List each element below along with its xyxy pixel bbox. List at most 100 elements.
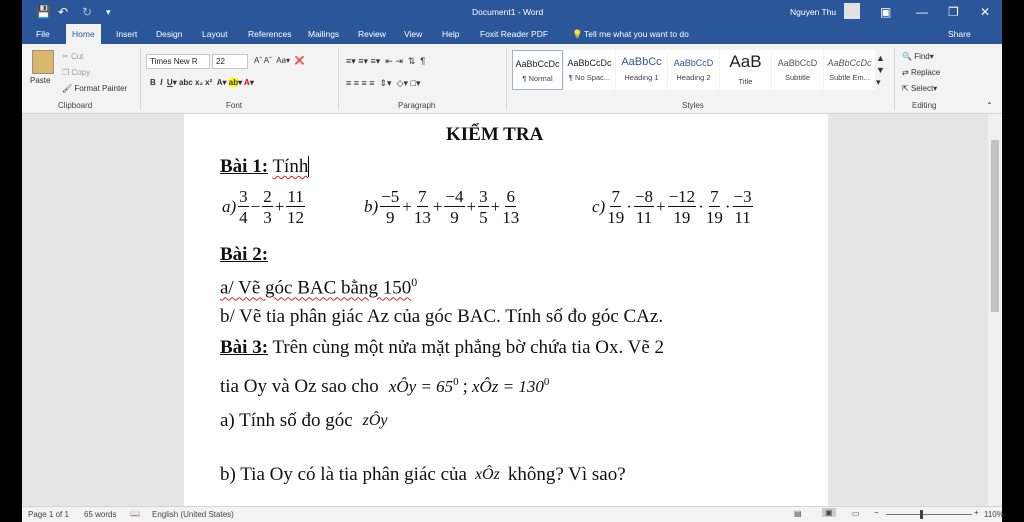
operator: · <box>724 197 731 216</box>
web-layout-icon[interactable]: ▭ <box>852 509 860 518</box>
tab-design[interactable]: Design <box>150 24 188 44</box>
page-count[interactable]: Page 1 of 1 <box>28 510 69 519</box>
zoom-slider[interactable] <box>886 514 972 515</box>
save-icon[interactable]: 💾 <box>36 0 51 24</box>
find-button[interactable]: 🔍 Find▾ <box>902 52 934 61</box>
restore-icon[interactable]: ❐ <box>948 0 959 24</box>
operator: − <box>250 197 261 216</box>
bai-2-a-text: a/ Vẽ góc BAC bằng 150 <box>220 277 412 299</box>
numerator: 3 <box>478 187 489 207</box>
style-preview: AaBbCcD <box>673 58 714 68</box>
style-title[interactable]: AaB Title <box>720 50 771 90</box>
math-expression-b: b) −5 9 + 7 13 + −4 9 + 35 + 6 13 <box>364 188 521 226</box>
replace-button[interactable]: ⇄ Replace <box>902 68 940 77</box>
paste-button[interactable]: Paste <box>30 76 50 85</box>
style-heading-2[interactable]: AaBbCcD Heading 2 <box>668 50 719 90</box>
tab-references[interactable]: References <box>242 24 297 44</box>
avatar[interactable] <box>844 3 860 19</box>
language[interactable]: English (United States) <box>152 510 234 519</box>
undo-icon[interactable]: ↶ <box>58 0 68 24</box>
word-count[interactable]: 65 words <box>84 510 116 519</box>
bai-3-b: b) Tia Oy có là tia phân giác của xÔz kh… <box>220 464 626 486</box>
format-painter-label: Format Painter <box>74 84 128 93</box>
vertical-scrollbar[interactable] <box>988 114 1002 506</box>
user-name[interactable]: Nguyen Thu <box>790 7 836 17</box>
style-name: Heading 2 <box>676 73 711 82</box>
status-bar: Page 1 of 1 65 words 📖 English (United S… <box>22 506 1004 522</box>
numerator: −8 <box>633 187 654 207</box>
zoom-level[interactable]: 110% <box>984 510 1004 519</box>
cut-label: Cut <box>70 52 84 61</box>
numerator: 7 <box>610 187 621 207</box>
tell-me-box[interactable]: Tell me what you want to do <box>578 24 695 44</box>
tab-foxit[interactable]: Foxit Reader PDF <box>474 24 554 44</box>
minimize-icon[interactable]: — <box>916 0 928 24</box>
tab-review[interactable]: Review <box>352 24 392 44</box>
ribbon-tabs: File Home Insert Design Layout Reference… <box>22 24 1002 44</box>
paste-icon[interactable] <box>32 50 54 74</box>
style-name: Title <box>738 77 753 86</box>
divider <box>506 48 507 110</box>
numerator: −12 <box>667 187 697 207</box>
divider <box>140 48 141 110</box>
bai-1-label: Bài 1: <box>220 156 269 177</box>
bai-3-b-text-end: không? Vì sao? <box>507 464 626 485</box>
xoz-equation: xÔz = 130 <box>471 377 544 396</box>
tab-insert[interactable]: Insert <box>110 24 143 44</box>
window-title: Document1 - Word <box>472 7 544 17</box>
align-icons[interactable]: ≡ ≡ ≡ ≡ ⇕▾ ◇▾ □▾ <box>346 78 420 89</box>
font-size-box[interactable]: 22 <box>212 54 248 69</box>
operator: + <box>402 197 412 216</box>
bai-3-a: a) Tính số đo góc zÔy <box>220 410 388 432</box>
part-label: c) <box>592 197 606 216</box>
select-button[interactable]: ⇱ Select▾ <box>902 84 937 93</box>
tab-mailings[interactable]: Mailings <box>302 24 345 44</box>
share-button[interactable]: Share <box>942 24 977 44</box>
style-heading-1[interactable]: AaBbCc Heading 1 <box>616 50 667 90</box>
denominator: 4 <box>239 208 248 227</box>
operator: + <box>466 197 477 216</box>
collapse-ribbon-icon[interactable]: ⌃ <box>986 101 993 110</box>
font-format-icons[interactable]: B I U▾ abc x₂ x² A▾ ab▾ A▾ <box>150 78 254 87</box>
cut-button[interactable]: ✂ Cut <box>62 52 83 61</box>
title-bar: 💾 ↶ ↻ ▾ Document1 - Word Nguyen Thu ▣ — … <box>22 0 1002 24</box>
divider <box>338 48 339 110</box>
copy-label: Copy <box>71 68 91 77</box>
style-subtitle[interactable]: AaBbCcD Subtitle <box>772 50 823 90</box>
tab-file[interactable]: File <box>30 24 56 44</box>
numerator: 7 <box>709 187 720 207</box>
grow-shrink-font-icon[interactable]: Aˆ Aˇ Aa▾ ❌ <box>254 56 304 65</box>
tab-home[interactable]: Home <box>66 24 101 44</box>
font-name-box[interactable]: Times New R <box>146 54 210 69</box>
numerator: 6 <box>505 187 516 207</box>
styles-scroll-icon[interactable]: ▲ ▼ ▾ <box>876 52 885 88</box>
style-subtle-emphasis[interactable]: AaBbCcDc Subtle Em... <box>824 50 875 90</box>
list-icons[interactable]: ≡▾ ≡▾ ≡▾ ⇤ ⇥ ⇅ ¶ <box>346 56 425 67</box>
denominator: 19 <box>607 208 625 227</box>
tab-layout[interactable]: Layout <box>196 24 234 44</box>
numerator: −5 <box>380 187 401 207</box>
zoom-slider-thumb[interactable] <box>920 510 923 519</box>
redo-icon[interactable]: ↻ <box>82 0 92 24</box>
read-mode-icon[interactable]: ▤ <box>794 509 802 518</box>
zoom-in-icon[interactable]: + <box>974 508 979 517</box>
operator: + <box>432 197 443 216</box>
style-no-spacing[interactable]: AaBbCcDc ¶ No Spac... <box>564 50 615 90</box>
doc-title: KIỂM TRA <box>446 124 544 145</box>
denominator: 11 <box>635 208 653 227</box>
close-icon[interactable]: ✕ <box>980 0 990 24</box>
tab-view[interactable]: View <box>398 24 428 44</box>
print-layout-icon[interactable]: ▣ <box>822 508 836 517</box>
proofing-icon[interactable]: 📖 <box>130 509 140 518</box>
bai-3-line-2: tia Oy và Oz sao cho xÔy = 65 0 ; xÔz = 1… <box>220 376 550 397</box>
format-painter-button[interactable]: 🖌 Format Painter <box>62 84 127 93</box>
zoom-out-icon[interactable]: − <box>874 508 879 517</box>
scrollbar-thumb[interactable] <box>991 140 999 312</box>
copy-button[interactable]: ❐ Copy <box>62 68 90 77</box>
document-page[interactable]: KIỂM TRA Bài 1: Tính​ a) 34 − 23 + 1112 … <box>184 114 828 506</box>
style-name: ¶ Normal <box>522 74 553 83</box>
ribbon-display-icon[interactable]: ▣ <box>880 0 891 24</box>
tab-help[interactable]: Help <box>436 24 465 44</box>
style-normal[interactable]: AaBbCcDc ¶ Normal <box>512 50 563 90</box>
customize-qat-icon[interactable]: ▾ <box>106 0 111 24</box>
